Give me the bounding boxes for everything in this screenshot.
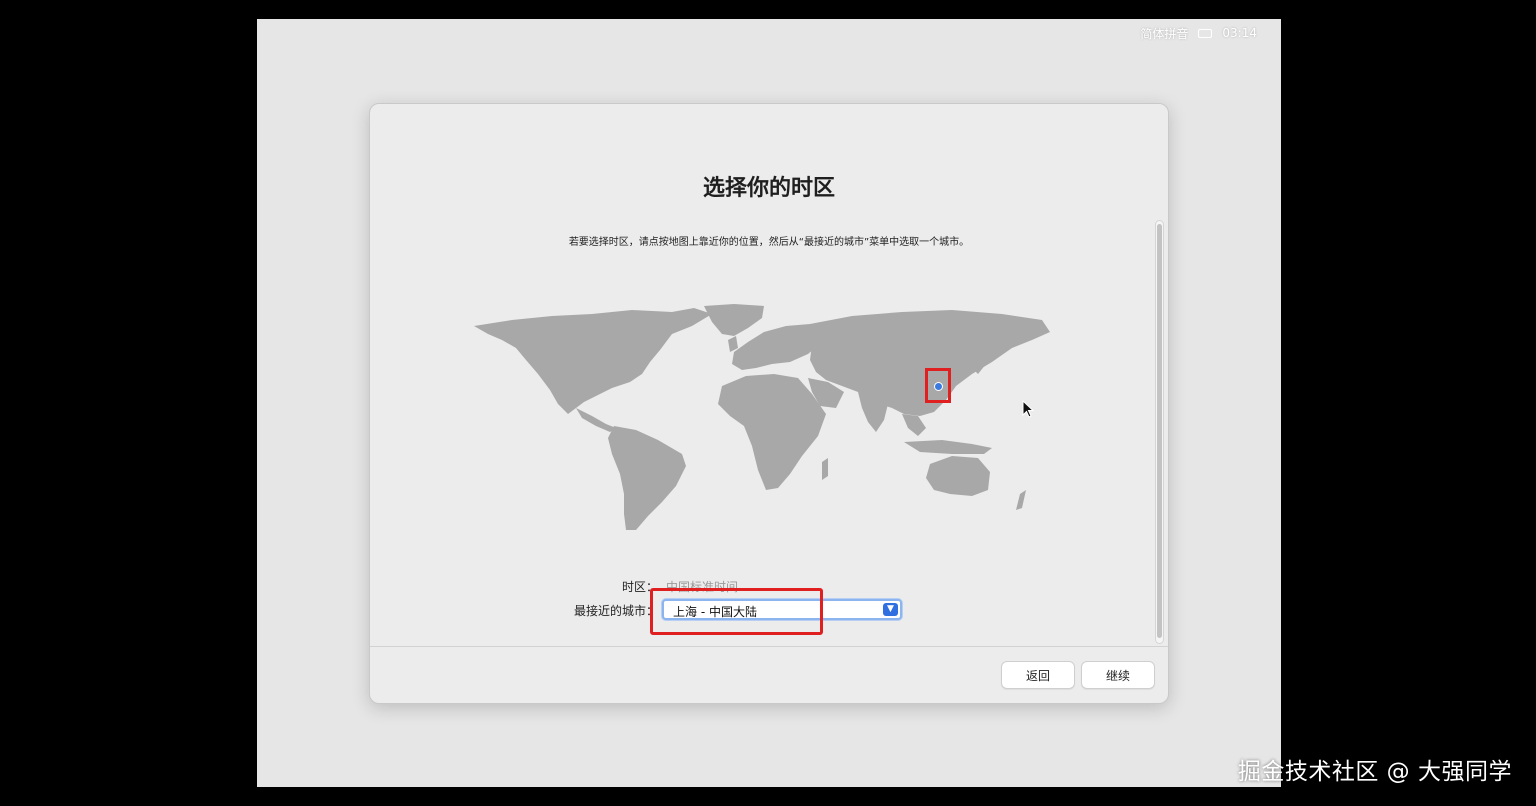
time-zone-label: 时区：	[621, 580, 658, 594]
map-uk	[728, 336, 738, 352]
dialog-title: 选择你的时区	[702, 176, 835, 201]
map-australia	[926, 456, 990, 496]
map-africa	[718, 374, 826, 490]
mouse-pointer-icon	[1022, 400, 1034, 418]
timezone-dialog: 选择你的时区 若要选择时区，请点按地图上靠近你的位置，然后从“最接近的城市”菜单…	[369, 103, 1169, 704]
selected-location-pin[interactable]	[934, 382, 943, 391]
menubar-status: 简体拼音 03:14	[1140, 25, 1257, 41]
world-map[interactable]	[472, 304, 1054, 534]
map-madagascar	[822, 458, 828, 480]
map-greenland	[704, 304, 764, 336]
dialog-instructions: 若要选择时区，请点按地图上靠近你的位置，然后从“最接近的城市”菜单中选取一个城市…	[568, 237, 970, 248]
continue-button[interactable]: 继续	[1081, 661, 1155, 689]
map-europe	[732, 324, 824, 370]
macos-setup-screen: 简体拼音 03:14 选择你的时区 若要选择时区，请点按地图上靠近你的位置，然后…	[257, 19, 1281, 787]
chevron-down-icon[interactable]: ▼	[883, 603, 898, 616]
watermark: 掘金技术社区 @ 大强同学	[1237, 759, 1512, 785]
map-new-zealand	[1016, 490, 1026, 510]
city-select-highlight	[650, 588, 823, 635]
input-method-indicator[interactable]: 简体拼音	[1140, 25, 1188, 42]
menubar-clock: 03:14	[1222, 26, 1257, 40]
map-southeast-asia	[902, 414, 926, 436]
keyboard-icon	[1198, 28, 1213, 38]
back-button[interactable]: 返回	[1001, 661, 1075, 689]
closest-city-label: 最接近的城市：	[573, 604, 658, 618]
map-central-america	[576, 408, 616, 432]
scrollbar-thumb[interactable]	[1157, 224, 1162, 638]
map-indonesia	[904, 440, 992, 454]
map-north-america	[474, 308, 712, 414]
vertical-scrollbar[interactable]	[1155, 220, 1164, 644]
footer-divider	[370, 646, 1168, 647]
map-south-america	[608, 426, 686, 530]
